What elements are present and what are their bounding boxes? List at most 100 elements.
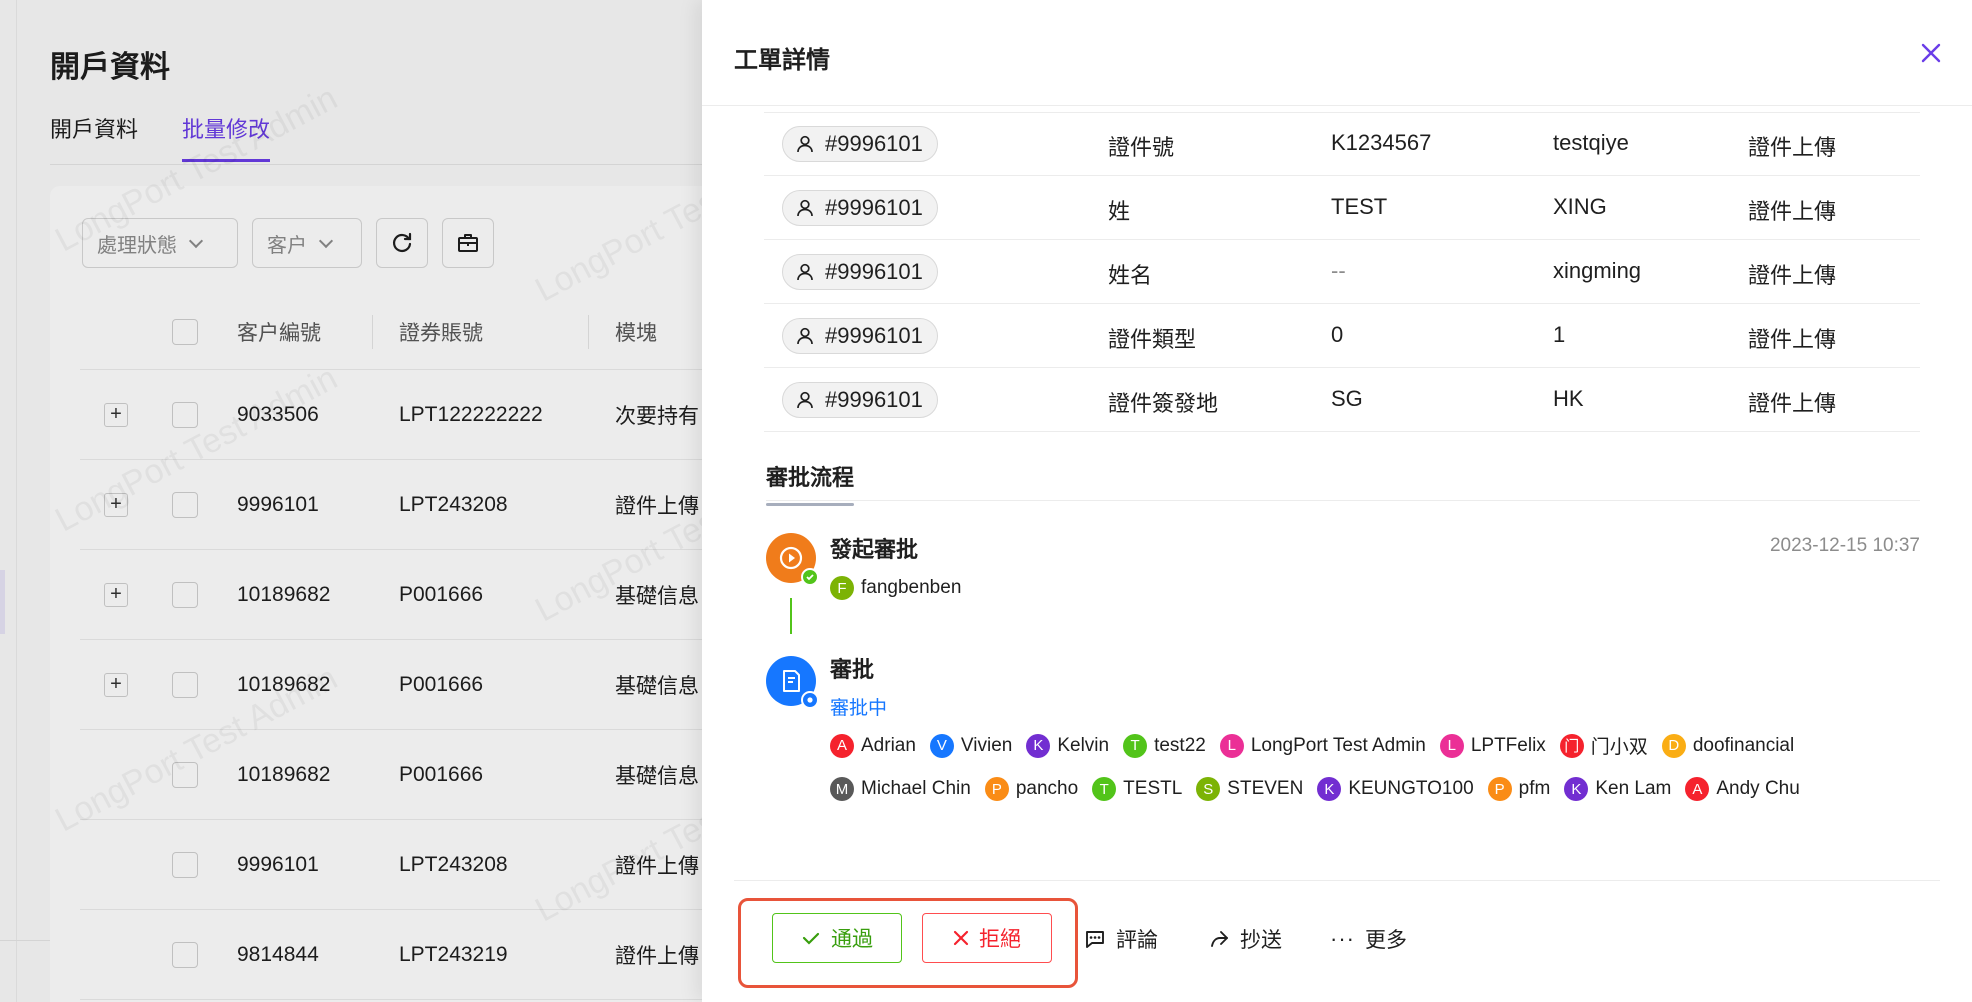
comment-label: 評論 bbox=[1116, 929, 1158, 952]
module-name: 證件上傳 bbox=[1748, 391, 1837, 416]
ellipsis-icon: ··· bbox=[1330, 926, 1355, 951]
new-value: 1 bbox=[1553, 322, 1566, 347]
approver-person: 门门小双 bbox=[1559, 732, 1648, 759]
user-tag[interactable]: #9996101 bbox=[782, 254, 938, 290]
check-icon bbox=[802, 932, 820, 945]
initiator-person: F fangbenben bbox=[830, 576, 961, 600]
avatar: K bbox=[1026, 733, 1051, 758]
user-id: #9996101 bbox=[825, 259, 923, 284]
person-name: fangbenben bbox=[861, 577, 962, 598]
person-name: TESTL bbox=[1123, 778, 1183, 799]
user-icon bbox=[797, 135, 813, 153]
new-value: XING bbox=[1553, 194, 1607, 219]
approval-status-text: 審批中 bbox=[830, 698, 888, 719]
old-value: -- bbox=[1331, 258, 1346, 283]
person-name: Adrian bbox=[861, 734, 916, 756]
drawer-body: #9996101 證件號 K1234567 testqiye 證件上傳 #9996101 姓… bbox=[702, 106, 1972, 880]
play-circle-icon bbox=[779, 546, 803, 570]
field-name: 證件類型 bbox=[1108, 327, 1197, 352]
flow-connector bbox=[790, 598, 792, 634]
user-id: #9996101 bbox=[825, 131, 923, 156]
user-icon bbox=[797, 327, 813, 345]
new-value: HK bbox=[1553, 386, 1584, 411]
person-name: Michael Chin bbox=[861, 778, 971, 799]
pending-badge-icon bbox=[801, 691, 819, 709]
change-record-row: #9996101 證件類型 0 1 證件上傳 bbox=[764, 304, 1920, 368]
approver-person: Ddoofinancial bbox=[1661, 733, 1794, 758]
approver-person: S STEVEN bbox=[1196, 777, 1303, 801]
person-name: KEUNGTO100 bbox=[1348, 778, 1474, 799]
close-icon bbox=[1921, 43, 1941, 63]
user-icon bbox=[797, 199, 813, 217]
field-name: 證件簽發地 bbox=[1108, 391, 1219, 416]
approver-person: Ppfm bbox=[1487, 777, 1551, 801]
cc-button[interactable]: 抄送 bbox=[1208, 924, 1282, 954]
reject-button[interactable]: 拒絕 bbox=[922, 913, 1052, 963]
change-record-row: #9996101 證件號 K1234567 testqiye 證件上傳 bbox=[764, 112, 1920, 176]
initiate-node-time: 2023-12-15 10:37 bbox=[1769, 535, 1920, 556]
user-tag[interactable]: #9996101 bbox=[782, 382, 938, 418]
avatar: M bbox=[830, 777, 854, 801]
approver-person: Ppancho bbox=[984, 777, 1079, 801]
approver-person: Ttest22 bbox=[1123, 733, 1206, 758]
approver-person: L LongPort Test Admin bbox=[1219, 733, 1426, 758]
close-button[interactable] bbox=[1918, 40, 1944, 66]
user-id: #9996101 bbox=[825, 387, 923, 412]
modal-mask[interactable] bbox=[0, 0, 702, 1002]
approval-node-title: 審批 bbox=[830, 657, 875, 682]
drawer-footer: 通過 拒絕 評論 抄送 ··· 更多 bbox=[702, 880, 1972, 1002]
person-name: LongPort Test Admin bbox=[1250, 734, 1426, 756]
avatar: L bbox=[1439, 733, 1464, 758]
module-name: 證件上傳 bbox=[1748, 327, 1837, 352]
change-record-row: #9996101 姓 TEST XING 證件上傳 bbox=[764, 176, 1920, 240]
person-name: pfm bbox=[1518, 778, 1551, 799]
more-button[interactable]: ··· 更多 bbox=[1330, 924, 1407, 954]
person-name: pancho bbox=[1015, 778, 1079, 799]
old-value: K1234567 bbox=[1331, 130, 1432, 155]
ticket-detail-drawer: 工單詳情 #9996101 證件號 K1234567 testqiye 證件上傳 #999… bbox=[702, 0, 1972, 1002]
approver-person: L LPTFelix bbox=[1439, 733, 1546, 758]
avatar: T bbox=[1123, 733, 1148, 758]
user-tag[interactable]: #9996101 bbox=[782, 126, 938, 162]
person-name: Andy Chu bbox=[1716, 778, 1800, 799]
change-record-row: #9996101 姓名 -- xingming 證件上傳 bbox=[764, 240, 1920, 304]
user-tag[interactable]: #9996101 bbox=[782, 318, 938, 354]
old-value: 0 bbox=[1331, 322, 1344, 347]
reject-label: 拒絕 bbox=[979, 928, 1021, 951]
old-value: TEST bbox=[1331, 194, 1388, 219]
initiate-node-icon bbox=[766, 533, 819, 586]
avatar: 门 bbox=[1559, 733, 1584, 758]
approval-node-icon bbox=[766, 656, 819, 709]
user-id: #9996101 bbox=[825, 323, 923, 348]
approver-person: V Vivien bbox=[929, 733, 1013, 758]
avatar: T bbox=[1092, 777, 1117, 801]
drawer-title: 工單詳情 bbox=[734, 47, 830, 74]
person-name: LPTFelix bbox=[1470, 734, 1546, 756]
module-name: 證件上傳 bbox=[1748, 135, 1837, 160]
close-icon bbox=[953, 930, 969, 946]
person-name: Ken Lam bbox=[1595, 778, 1672, 799]
approve-button[interactable]: 通過 bbox=[772, 913, 902, 963]
field-name: 姓 bbox=[1108, 199, 1131, 224]
cc-label: 抄送 bbox=[1240, 929, 1282, 952]
old-value: SG bbox=[1331, 386, 1363, 411]
avatar: S bbox=[1196, 777, 1221, 801]
comment-button[interactable]: 評論 bbox=[1084, 924, 1158, 954]
avatar: L bbox=[1219, 733, 1244, 758]
approver-list-row-1: A Adrian V Vivien K Kelvin Ttest22 L LongPort Te… bbox=[830, 732, 1808, 759]
field-name: 姓名 bbox=[1108, 263, 1153, 288]
approver-list-row-2: M Michael Chin Ppancho T TESTL S STEVEN K KEUNGT… bbox=[830, 777, 1814, 801]
user-tag[interactable]: #9996101 bbox=[782, 190, 938, 226]
flow-divider bbox=[766, 500, 1920, 501]
approver-person: K KEUNGTO100 bbox=[1317, 777, 1474, 801]
person-name: Vivien bbox=[960, 734, 1013, 756]
avatar: F bbox=[830, 576, 854, 600]
field-name: 證件號 bbox=[1108, 135, 1175, 160]
avatar: K bbox=[1317, 777, 1342, 801]
approver-person: A Adrian bbox=[830, 733, 916, 758]
person-name: Kelvin bbox=[1057, 734, 1110, 756]
comment-icon bbox=[1086, 931, 1104, 948]
person-name: test22 bbox=[1154, 734, 1206, 756]
drawer-header: 工單詳情 bbox=[702, 0, 1972, 106]
avatar: A bbox=[1685, 777, 1710, 801]
